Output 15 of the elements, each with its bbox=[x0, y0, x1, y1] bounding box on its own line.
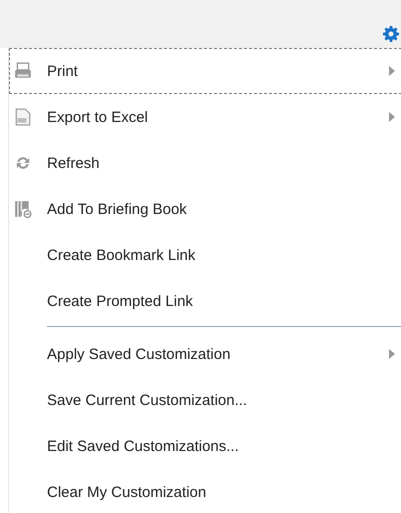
menu-item[interactable]: Save Current Customization... bbox=[9, 377, 401, 423]
refresh-icon bbox=[14, 154, 32, 172]
menu-item[interactable]: Print bbox=[9, 48, 401, 94]
printer-icon bbox=[14, 62, 32, 80]
menu-item[interactable]: Apply Saved Customization bbox=[9, 331, 401, 377]
settings-icon[interactable] bbox=[383, 26, 399, 42]
document-icon bbox=[14, 108, 32, 126]
menu-item[interactable]: Add To Briefing Book bbox=[9, 186, 401, 232]
menu-item[interactable]: Edit Saved Customizations... bbox=[9, 423, 401, 469]
menu-item[interactable]: Create Bookmark Link bbox=[9, 232, 401, 278]
book-icon bbox=[14, 200, 32, 218]
menu-item[interactable]: Refresh bbox=[9, 140, 401, 186]
menu-item[interactable]: Create Prompted Link bbox=[9, 278, 401, 324]
menu-item[interactable]: Clear My Customization bbox=[9, 469, 401, 513]
menu-item[interactable]: Export to Excel bbox=[9, 94, 401, 140]
